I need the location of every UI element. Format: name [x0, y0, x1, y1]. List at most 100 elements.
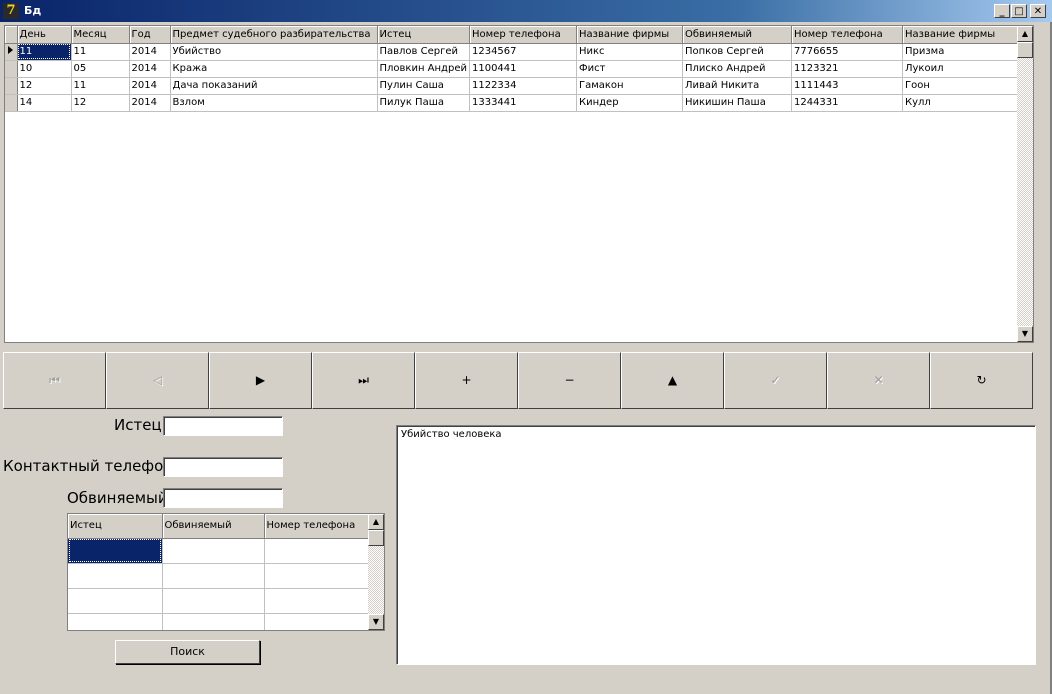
grid-cell[interactable]: 10 [17, 60, 72, 78]
grid-cell[interactable]: Кулл [902, 94, 1027, 112]
column-header[interactable]: Номер телефона [791, 26, 903, 44]
grid-cell[interactable]: Никишин Паша [682, 94, 792, 112]
column-header[interactable]: День [17, 26, 72, 44]
grid-cell[interactable]: Пловкин Андрей [377, 60, 470, 78]
maximize-button[interactable]: □ [1011, 4, 1027, 18]
grid-cell[interactable]: Гоон [902, 77, 1027, 95]
grid-cell[interactable]: 05 [71, 60, 130, 78]
grid-cell[interactable]: Плиско Андрей [682, 60, 792, 78]
grid-cell[interactable]: 2014 [129, 77, 171, 95]
search-grid-scrollbar[interactable]: ▲ ▼ [368, 514, 384, 630]
grid-cell[interactable] [264, 563, 369, 589]
grid-cell[interactable]: 1111443 [791, 77, 903, 95]
grid-cell[interactable] [68, 563, 163, 589]
grid-cell[interactable]: 1122334 [469, 77, 577, 95]
grid-cell[interactable]: Попков Сергей [682, 43, 792, 61]
grid-cell[interactable]: 12 [71, 94, 130, 112]
nav-prior-button[interactable]: ◁ [106, 352, 209, 409]
scroll-up-button[interactable]: ▲ [1017, 26, 1033, 42]
grid-cell[interactable] [162, 613, 265, 630]
scroll-thumb[interactable] [1017, 42, 1033, 58]
table-row[interactable] [68, 538, 369, 564]
grid-cell[interactable]: 2014 [129, 43, 171, 61]
nav-cancel-button[interactable]: ✕ [827, 352, 930, 409]
grid-cell[interactable]: 1234567 [469, 43, 577, 61]
grid-cell[interactable]: 1123321 [791, 60, 903, 78]
plaintiff-input[interactable] [163, 416, 283, 436]
phone-input[interactable] [163, 457, 283, 477]
grid-cell[interactable]: 2014 [129, 60, 171, 78]
defendant-input[interactable] [163, 488, 283, 508]
minimize-button[interactable]: _ [994, 4, 1010, 18]
grid-cell[interactable]: Пулин Саша [377, 77, 470, 95]
nav-last-button[interactable]: ⏭ [312, 352, 415, 409]
grid-cell[interactable] [264, 613, 369, 630]
grid-cell[interactable]: 14 [17, 94, 72, 112]
grid-cell[interactable]: 11 [71, 43, 130, 61]
grid-cell[interactable]: 1244331 [791, 94, 903, 112]
title-bar[interactable]: 7 Бд _ □ ✕ [0, 0, 1052, 22]
nav-refresh-button[interactable]: ↻ [930, 352, 1033, 409]
column-header[interactable]: Истец [377, 26, 470, 44]
grid-cell[interactable] [68, 613, 163, 630]
grid-cell[interactable]: Взлом [170, 94, 378, 112]
column-header[interactable]: Предмет судебного разбирательства [170, 26, 378, 44]
search-results-grid[interactable]: Истец Обвиняемый Номер телефона ▲ ▼ [67, 513, 385, 631]
table-row[interactable]: 10 05 2014 Кража Пловкин Андрей 1100441 Фист Пл… [5, 60, 1027, 78]
grid-cell[interactable]: Фист [576, 60, 683, 78]
column-header[interactable]: Обвиняемый [162, 514, 265, 539]
grid-cell[interactable]: Киндер [576, 94, 683, 112]
row-indicator[interactable] [5, 77, 18, 95]
grid-cell[interactable]: Лукоил [902, 60, 1027, 78]
search-scroll-down-button[interactable]: ▼ [368, 614, 384, 630]
nav-delete-button[interactable]: − [518, 352, 621, 409]
nav-first-button[interactable]: ⏮ [3, 352, 106, 409]
grid-cell[interactable]: Гамакон [576, 77, 683, 95]
grid-cell[interactable] [162, 563, 265, 589]
nav-edit-button[interactable]: ▲ [621, 352, 724, 409]
search-scroll-up-button[interactable]: ▲ [368, 514, 384, 530]
search-button[interactable]: Поиск [115, 640, 260, 664]
description-memo[interactable]: Убийство человека [396, 425, 1036, 665]
grid-cell[interactable]: Никс [576, 43, 683, 61]
scroll-down-button[interactable]: ▼ [1017, 326, 1033, 342]
column-header[interactable]: Номер телефона [264, 514, 369, 539]
column-header[interactable]: Месяц [71, 26, 130, 44]
table-row[interactable]: 14 12 2014 Взлом Пилук Паша 1333441 Киндер Ники… [5, 94, 1027, 112]
grid-cell[interactable] [68, 538, 163, 564]
search-scroll-thumb[interactable] [368, 530, 384, 546]
grid-cell[interactable]: Убийство [170, 43, 378, 61]
grid-cell[interactable] [264, 538, 369, 564]
table-row[interactable] [68, 563, 369, 589]
main-grid-scrollbar[interactable]: ▲ ▼ [1017, 26, 1033, 342]
main-data-grid[interactable]: День Месяц Год Предмет судебного разбирател… [4, 25, 1034, 343]
grid-cell[interactable]: Ливай Никита [682, 77, 792, 95]
grid-cell[interactable] [264, 588, 369, 614]
table-row[interactable] [68, 588, 369, 614]
grid-cell[interactable]: Пилук Паша [377, 94, 470, 112]
grid-cell[interactable]: Павлов Сергей [377, 43, 470, 61]
row-indicator[interactable] [5, 94, 18, 112]
grid-cell[interactable] [162, 538, 265, 564]
table-row[interactable] [68, 613, 369, 630]
column-header[interactable]: Название фирмы [576, 26, 683, 44]
grid-cell[interactable]: 2014 [129, 94, 171, 112]
column-header[interactable]: Обвиняемый [682, 26, 792, 44]
close-button[interactable]: ✕ [1030, 4, 1046, 18]
table-row[interactable]: 12 11 2014 Дача показаний Пулин Саша 1122334 Г… [5, 77, 1027, 95]
column-header[interactable]: Истец [68, 514, 163, 539]
grid-cell[interactable]: Кража [170, 60, 378, 78]
grid-cell[interactable] [162, 588, 265, 614]
grid-cell[interactable]: Призма [902, 43, 1027, 61]
nav-post-button[interactable]: ✓ [724, 352, 827, 409]
grid-cell[interactable]: Дача показаний [170, 77, 378, 95]
nav-next-button[interactable]: ▶ [209, 352, 312, 409]
nav-insert-button[interactable]: + [415, 352, 518, 409]
row-indicator[interactable] [5, 43, 18, 61]
grid-cell[interactable]: 1100441 [469, 60, 577, 78]
grid-cell[interactable]: 1333441 [469, 94, 577, 112]
grid-cell[interactable]: 7776655 [791, 43, 903, 61]
row-indicator[interactable] [5, 60, 18, 78]
column-header[interactable]: Название фирмы [902, 26, 1027, 44]
grid-cell[interactable] [68, 588, 163, 614]
